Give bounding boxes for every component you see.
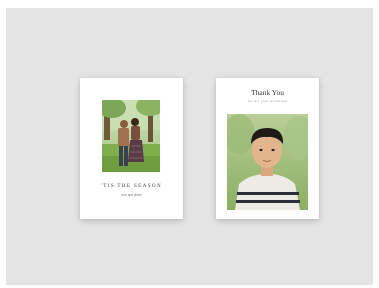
holiday-card[interactable]: 'TIS THE SEASON love and cheer <box>80 78 183 219</box>
card-heading: Thank You <box>251 88 284 97</box>
card-subtext: love and cheer <box>121 193 142 197</box>
boy-portrait-image <box>227 114 308 210</box>
family-photo <box>102 100 160 172</box>
card-subtext: for all your kindness <box>247 99 288 103</box>
boy-portrait-photo <box>227 114 308 210</box>
thank-you-card[interactable]: Thank You for all your kindness <box>216 78 319 219</box>
card-heading: 'TIS THE SEASON <box>101 183 162 189</box>
family-photo-image <box>102 100 160 172</box>
